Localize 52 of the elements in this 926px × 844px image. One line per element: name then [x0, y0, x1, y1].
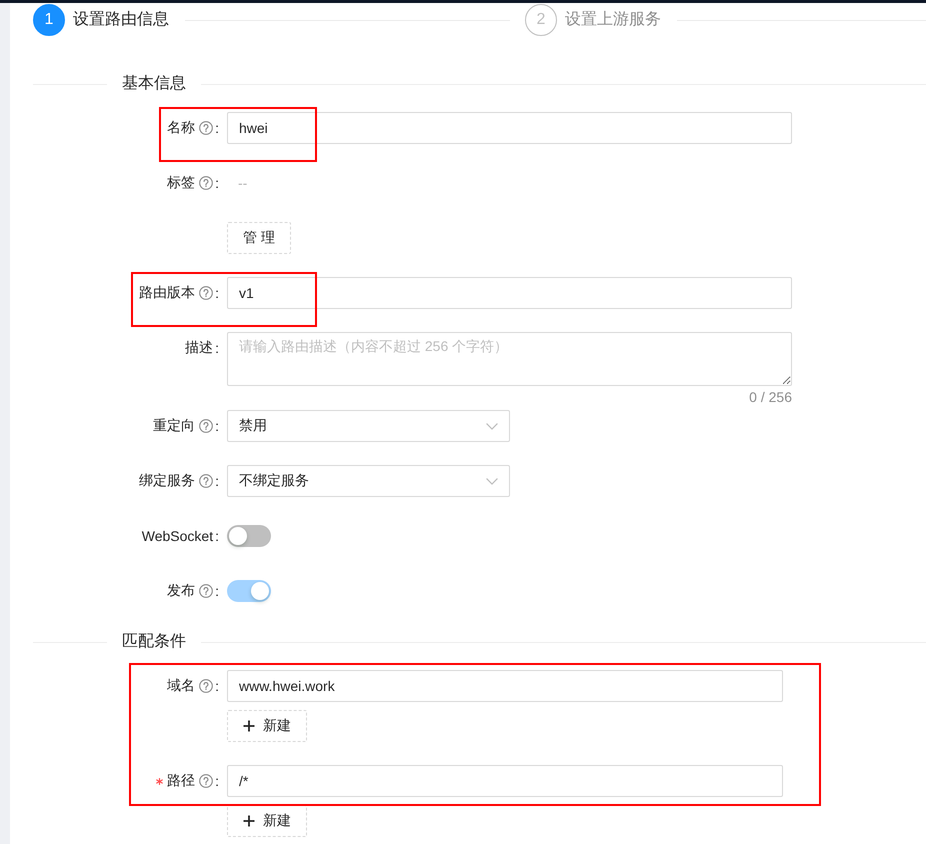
empty-value-text: --: [237, 174, 248, 193]
section-title: 基本信息: [121, 74, 187, 94]
toggle-switch[interactable]: [227, 525, 271, 547]
label-colon: :: [215, 340, 219, 356]
help-icon[interactable]: [199, 419, 214, 433]
add-button[interactable]: 新建: [227, 710, 307, 742]
plus-icon: [243, 815, 255, 827]
manage-button[interactable]: 管 理: [227, 222, 291, 254]
text-input[interactable]: /*: [227, 765, 783, 797]
text-input[interactable]: www.hwei.work: [227, 670, 783, 702]
label-colon: :: [215, 678, 219, 694]
add-button[interactable]: 新建: [227, 805, 307, 837]
label-colon: :: [215, 418, 219, 434]
chevron-down-icon: [486, 478, 498, 484]
textarea-field[interactable]: 请输入路由描述（内容不超过 256 个字符）: [227, 332, 792, 386]
field-label: 描述: [185, 339, 214, 357]
select-field[interactable]: 禁用: [227, 410, 510, 442]
step-title: 设置上游服务: [565, 10, 661, 30]
help-icon[interactable]: [199, 474, 214, 488]
help-icon[interactable]: [199, 679, 214, 693]
step-title: 设置路由信息: [73, 10, 169, 30]
select-field[interactable]: 不绑定服务: [227, 465, 510, 497]
plus-icon: [243, 720, 255, 732]
label-colon: :: [215, 528, 219, 544]
toggle-switch[interactable]: [227, 580, 271, 602]
help-icon[interactable]: [199, 584, 214, 598]
field-label: 标签: [167, 174, 196, 192]
field-label: 名称: [167, 119, 196, 137]
help-icon[interactable]: [199, 121, 214, 135]
step-indicator: 1: [33, 4, 65, 36]
field-label: 绑定服务: [139, 472, 196, 490]
text-input[interactable]: v1: [227, 277, 792, 309]
step-indicator: 2: [525, 4, 557, 36]
chevron-down-icon: [486, 422, 498, 430]
label-colon: :: [215, 120, 219, 136]
help-icon[interactable]: [199, 176, 214, 190]
label-colon: :: [215, 285, 219, 301]
label-colon: :: [215, 473, 219, 489]
field-label: 发布: [167, 582, 196, 600]
field-label: 路由版本: [139, 284, 196, 302]
label-colon: :: [215, 773, 219, 789]
field-label: 路径: [167, 772, 196, 790]
field-label: 重定向: [153, 417, 196, 435]
field-label: WebSocket: [142, 528, 214, 544]
text-input[interactable]: hwei: [227, 112, 792, 144]
label-colon: :: [215, 583, 219, 599]
field-label: 域名: [167, 677, 196, 695]
character-counter: 0 / 256: [748, 388, 792, 407]
help-icon[interactable]: [199, 774, 214, 788]
help-icon[interactable]: [199, 286, 214, 300]
section-title: 匹配条件: [121, 632, 187, 652]
label-colon: :: [215, 175, 219, 191]
